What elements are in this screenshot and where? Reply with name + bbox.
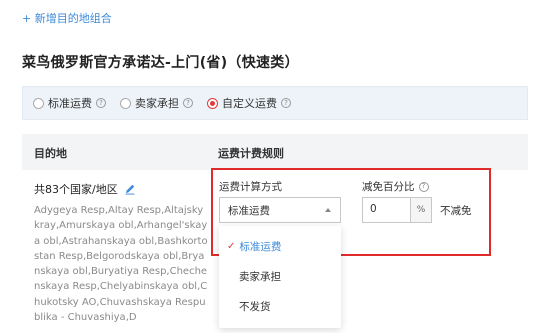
destination-count-label: 共83个国家/地区 [34, 183, 118, 196]
percent-unit: % [410, 197, 432, 223]
radio-seller-pays[interactable] [120, 97, 131, 109]
add-destination-group-label[interactable]: + 新增目的地组合 [22, 10, 112, 26]
calculation-method-select[interactable]: 标准运费 [219, 197, 341, 223]
radio-standard-shipping[interactable] [33, 97, 44, 109]
destination-count: 共83个国家/地区 [34, 181, 136, 197]
column-header-rule: 运费计费规则 [218, 147, 284, 160]
table-header: 目的地 运费计费规则 [22, 134, 528, 170]
calculation-method-value: 标准运费 [228, 205, 270, 217]
shipping-options-bar: 标准运费 ? 卖家承担 ? 自定义运费 ? [22, 86, 528, 120]
option-custom-shipping-label: 自定义运费 [222, 97, 277, 110]
calculation-method-dropdown: ✓ 标准运费 卖家承担 不发货 [219, 226, 341, 328]
no-discount-label: 不减免 [440, 205, 472, 217]
option-standard-shipping-label: 标准运费 [48, 97, 92, 110]
option-custom-shipping[interactable]: 自定义运费 ? [207, 95, 291, 111]
option-seller-pays-label: 卖家承担 [135, 97, 179, 110]
option-seller-pays[interactable]: 卖家承担 ? [120, 95, 193, 111]
option-standard-shipping[interactable]: 标准运费 ? [33, 95, 106, 111]
calculation-method-label: 运费计算方式 [219, 181, 282, 193]
help-icon[interactable]: ? [96, 98, 106, 108]
dropdown-option-standard[interactable]: ✓ 标准运费 [219, 232, 341, 260]
dropdown-option-seller-label: 卖家承担 [239, 270, 281, 283]
column-header-destination: 目的地 [34, 147, 67, 160]
radio-custom-shipping[interactable] [207, 97, 218, 109]
pencil-icon[interactable] [124, 183, 136, 195]
checkmark-icon: ✓ [227, 240, 236, 252]
help-icon[interactable]: ? [183, 98, 193, 108]
dropdown-option-seller[interactable]: 卖家承担 [219, 262, 341, 290]
help-icon[interactable]: ? [418, 181, 429, 192]
dropdown-option-standard-label: 标准运费 [239, 240, 282, 253]
add-destination-group-link[interactable]: + 新增目的地组合 [22, 10, 112, 26]
help-icon[interactable]: ? [281, 98, 291, 108]
discount-percent-input[interactable]: 0 [362, 197, 410, 223]
dropdown-option-no-ship[interactable]: 不发货 [219, 292, 341, 320]
dropdown-option-no-ship-label: 不发货 [239, 300, 271, 313]
destination-list: Adygeya Resp,Altay Resp,Altajsky kray,Am… [34, 205, 208, 324]
discount-percent-label: 减免百分比 ? [362, 179, 429, 194]
page-title: 菜鸟俄罗斯官方承诺达-上门(省)（快速类） [22, 55, 299, 71]
discount-percent-label-text: 减免百分比 [362, 181, 415, 193]
caret-up-icon [325, 208, 331, 212]
